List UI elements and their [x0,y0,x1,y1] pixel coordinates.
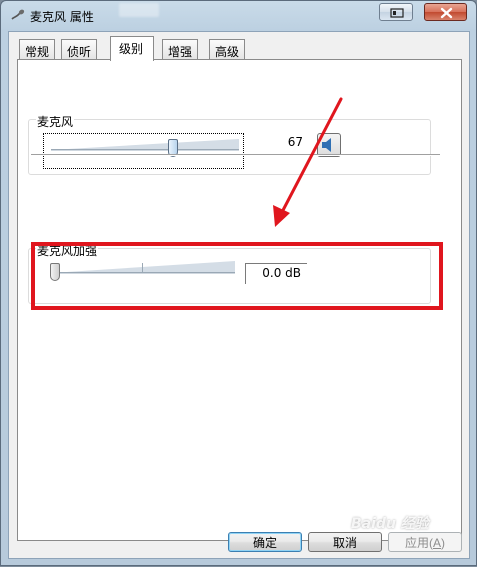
ok-button[interactable]: 确定 [228,532,302,552]
levels-panel: 麦克风 67 麦克风加强 0.0 dB [17,59,462,541]
watermark-text: Baidu 经验 [351,516,429,532]
boost-slider-track[interactable] [51,272,235,274]
tab-general[interactable]: 常规 [19,39,56,60]
tab-advanced[interactable]: 高级 [209,39,246,60]
dialog-client-area: 常规 侦听 级别 增强 高级 麦克风 67 麦克风加强 0.0 dB 确定 取消… [8,31,470,559]
section-divider [31,154,440,156]
microphone-slider-track[interactable] [51,149,239,151]
microphone-icon [11,9,25,20]
help-icon [390,8,404,18]
tab-enhancements[interactable]: 增强 [162,39,199,60]
close-button[interactable] [424,3,467,21]
microphone-label: 麦克风 [36,113,75,130]
boost-slider-thumb[interactable] [50,263,60,281]
title-bar-blur [119,3,159,17]
window-title: 麦克风 属性 [30,10,94,24]
speaker-icon [322,138,331,152]
microphone-boost-label: 麦克风加强 [36,242,99,259]
tab-listen[interactable]: 侦听 [61,39,98,60]
help-button[interactable] [379,3,413,21]
boost-slider-tick [142,263,143,272]
properties-window: 麦克风 属性 常规 侦听 级别 增强 高级 麦克风 67 麦克风加强 0.0 d… [0,0,477,566]
tab-levels[interactable]: 级别 [110,36,155,61]
title-bar[interactable]: 麦克风 属性 [1,1,476,31]
close-icon [440,7,453,19]
watermark-logo: Baidu 经验 [351,513,476,553]
microphone-level-value: 67 [247,133,309,154]
boost-level-value: 0.0 dB [245,263,307,284]
